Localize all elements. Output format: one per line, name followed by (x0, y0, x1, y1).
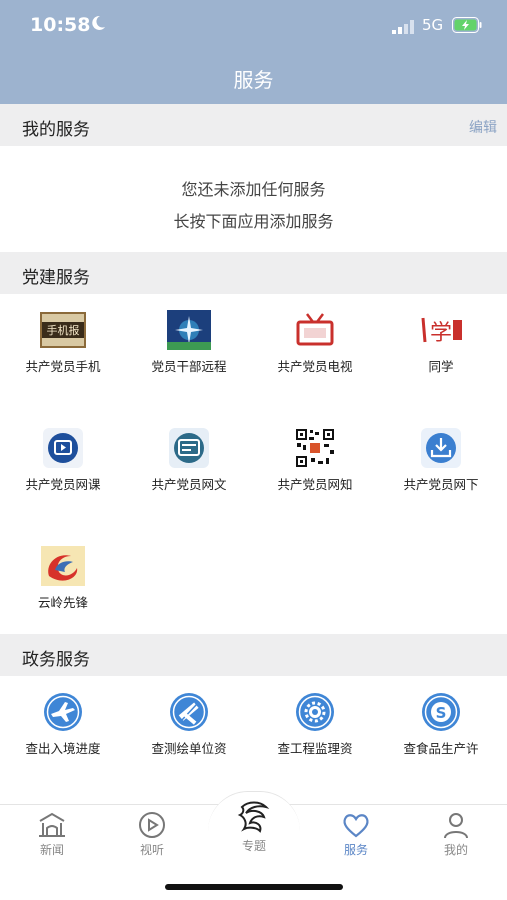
heart-icon (343, 814, 369, 838)
app-label: 同学 (428, 359, 454, 374)
play-icon (139, 812, 165, 838)
app-label: 共产党员网课 (25, 477, 101, 492)
tab-mine[interactable]: 我的 (416, 811, 496, 858)
phone-newspaper-icon: 手机报 (40, 312, 86, 348)
gear-icon (296, 693, 334, 731)
battery-icon (452, 17, 482, 33)
svg-text:学: 学 (430, 321, 452, 346)
surveying-icon (170, 693, 208, 731)
status-bar: 10:58 5G (0, 0, 507, 52)
special-topic-icon (237, 801, 270, 833)
gov-services-header: 政务服务 (0, 634, 507, 676)
status-time: 10:58 (30, 14, 91, 36)
tab-label: 我的 (443, 843, 468, 857)
app-label: 党员干部远程 (151, 359, 227, 374)
header-bar: 10:58 5G 服务 (0, 0, 507, 104)
study-logo-icon: 学 (421, 317, 462, 346)
my-services-empty: 您还未添加任何服务 长按下面应用添加服务 (0, 146, 507, 252)
tab-service[interactable]: 服务 (316, 811, 396, 858)
empty-message-line2: 长按下面应用添加服务 (173, 212, 334, 231)
app-party-course[interactable]: 共产党员网课 (0, 428, 126, 538)
app-party-download[interactable]: 共产党员网下 (378, 428, 504, 538)
app-party-article[interactable]: 共产党员网文 (126, 428, 252, 538)
tab-video[interactable]: 视听 (112, 811, 192, 858)
tab-news[interactable]: 新闻 (12, 811, 92, 858)
app-party-remote[interactable]: 党员干部远程 (126, 310, 252, 420)
app-label: 共产党员网知 (277, 477, 353, 492)
web-article-icon (169, 428, 209, 468)
app-label: 查食品生产许 (403, 741, 479, 756)
tab-special[interactable]: 专题 (214, 799, 294, 854)
svg-text:S: S (436, 704, 447, 722)
tab-label: 新闻 (39, 843, 64, 857)
tv-icon (296, 313, 334, 346)
moon-icon (92, 15, 105, 30)
signal-icon (392, 20, 414, 34)
app-party-knowledge[interactable]: 共产党员网知 (252, 428, 378, 538)
app-label: 共产党员手机 (25, 359, 101, 374)
news-icon (39, 812, 65, 837)
app-label: 查工程监理资 (277, 741, 353, 756)
tab-label: 专题 (241, 839, 266, 853)
party-services-title: 党建服务 (22, 268, 90, 288)
app-party-tv[interactable]: 共产党员电视 (252, 310, 378, 420)
remote-learning-icon (167, 310, 211, 350)
app-label: 共产党员电视 (277, 359, 353, 374)
download-icon (421, 428, 461, 468)
my-services-title: 我的服务 (22, 120, 90, 140)
app-label: 查出入境进度 (25, 741, 101, 756)
app-gov-entry-exit[interactable]: 查出入境进度 (0, 692, 126, 802)
svg-text:手机报: 手机报 (47, 323, 80, 337)
app-label: 共产党员网下 (403, 477, 479, 492)
app-label: 共产党员网文 (151, 477, 227, 492)
food-license-icon: S (422, 693, 460, 731)
app-gov-engineering[interactable]: 查工程监理资 (252, 692, 378, 802)
yunling-logo-icon (41, 546, 85, 586)
video-course-icon (43, 428, 83, 468)
app-party-phone[interactable]: 手机报 共产党员手机 (0, 310, 126, 420)
page-title: 服务 (233, 68, 274, 92)
qr-code-icon (295, 428, 335, 468)
app-label: 云岭先锋 (37, 595, 88, 610)
tab-label: 视听 (139, 843, 164, 857)
network-type: 5G (422, 16, 444, 34)
app-gov-surveying[interactable]: 查测绘单位资 (126, 692, 252, 802)
tab-label: 服务 (343, 843, 368, 857)
user-icon (444, 813, 468, 839)
gov-services-title: 政务服务 (22, 650, 90, 670)
my-services-header: 我的服务 编辑 (0, 104, 507, 146)
app-tongxue[interactable]: 学 同学 (378, 310, 504, 420)
empty-message-line1: 您还未添加任何服务 (181, 180, 326, 199)
home-indicator (165, 884, 343, 890)
app-gov-food-license[interactable]: S 查食品生产许 (378, 692, 504, 802)
app-label: 查测绘单位资 (151, 741, 227, 756)
edit-button[interactable]: 编辑 (469, 117, 497, 137)
airplane-icon (44, 693, 82, 731)
party-services-header: 党建服务 (0, 252, 507, 294)
